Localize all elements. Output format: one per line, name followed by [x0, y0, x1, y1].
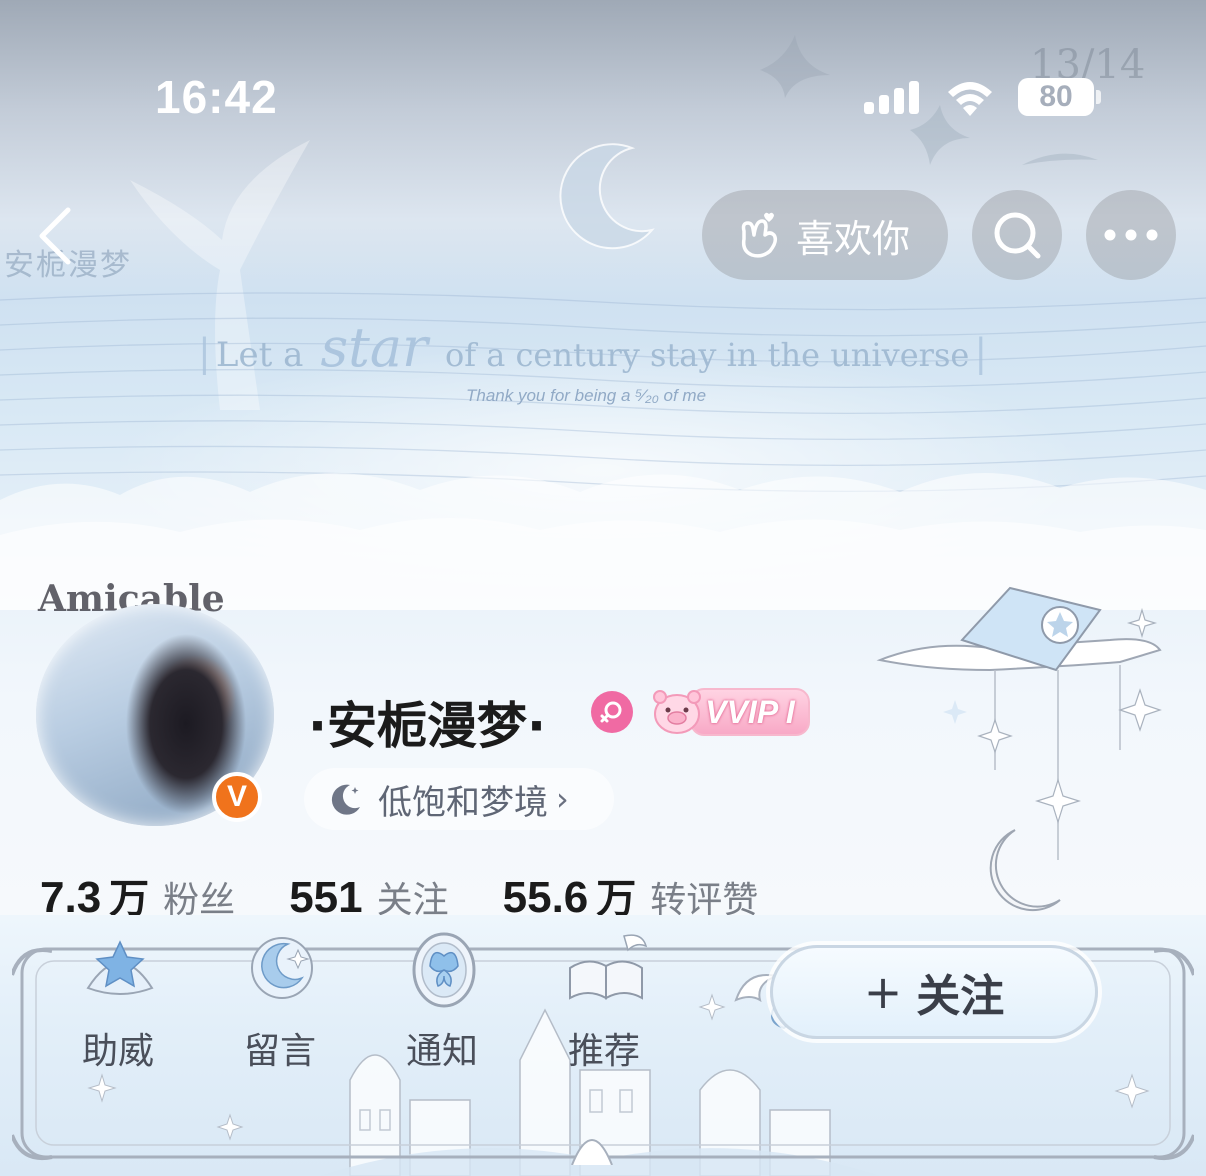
banner-quote-part2: of a century stay in the universe	[444, 336, 970, 374]
cellular-signal-icon	[864, 81, 919, 114]
status-icons: 80	[862, 74, 1102, 120]
back-button[interactable]	[30, 204, 84, 268]
verified-badge: V	[212, 772, 262, 822]
message-action[interactable]: 留言	[210, 928, 350, 1078]
banner-quote: | Let a star of a century stay in the un…	[198, 316, 988, 379]
pig-mascot-icon	[653, 690, 701, 734]
female-gender-icon	[591, 691, 633, 733]
banner-quote-part1: Let a	[215, 335, 304, 375]
like-you-button[interactable]: 喜欢你	[702, 190, 948, 280]
wifi-icon	[948, 82, 992, 116]
moon-stars-icon	[331, 784, 360, 815]
username: ·安栀漫梦·	[308, 697, 546, 755]
status-time: 16:42	[155, 71, 278, 123]
more-dots-icon	[1104, 229, 1158, 241]
banner-subline: Thank you for being a ⁵⁄₂₀ of me	[466, 386, 707, 405]
recommend-action[interactable]: 推荐	[534, 928, 674, 1078]
follow-button[interactable]: + 关注	[770, 945, 1098, 1039]
search-icon	[994, 212, 1041, 259]
boost-label: 助威	[81, 1031, 154, 1072]
boost-action[interactable]: 助威	[48, 928, 188, 1078]
notify-action[interactable]: 通知	[372, 928, 512, 1078]
bird-decoration	[760, 35, 830, 98]
open-book-icon	[569, 934, 648, 1000]
moon-wand-icon	[251, 937, 313, 999]
banner-quote-star: star	[320, 316, 428, 379]
chevron-right-icon: ›	[556, 780, 569, 818]
search-button[interactable]	[972, 190, 1062, 280]
plus-icon: +	[863, 965, 903, 1019]
message-label: 留言	[243, 1031, 316, 1072]
battery-indicator: 80	[1018, 78, 1094, 116]
battery-tip	[1096, 90, 1101, 104]
signature-text: 低饱和梦境	[378, 782, 548, 823]
hand-heart-icon	[741, 212, 778, 258]
more-button[interactable]	[1086, 190, 1176, 280]
recommend-label: 推荐	[567, 1031, 640, 1072]
book-moon-decoration	[876, 586, 1162, 912]
vvip-badge[interactable]: VVIP I	[648, 684, 810, 740]
butterfly-mirror-icon	[412, 932, 476, 1008]
like-you-label: 喜欢你	[796, 216, 911, 261]
bird-decoration	[1022, 153, 1098, 165]
follow-label: 关注	[916, 971, 1005, 1022]
signature-chip[interactable]: 低饱和梦境 ›	[304, 768, 614, 830]
crescent-moon-decoration	[559, 143, 655, 250]
stats-row: 7.3 万 粉丝 551 关注 55.6 万 转评赞	[40, 866, 812, 922]
vvip-label: VVIP I	[690, 688, 810, 736]
star-shell-icon	[86, 940, 154, 995]
notify-label: 通知	[405, 1031, 478, 1072]
